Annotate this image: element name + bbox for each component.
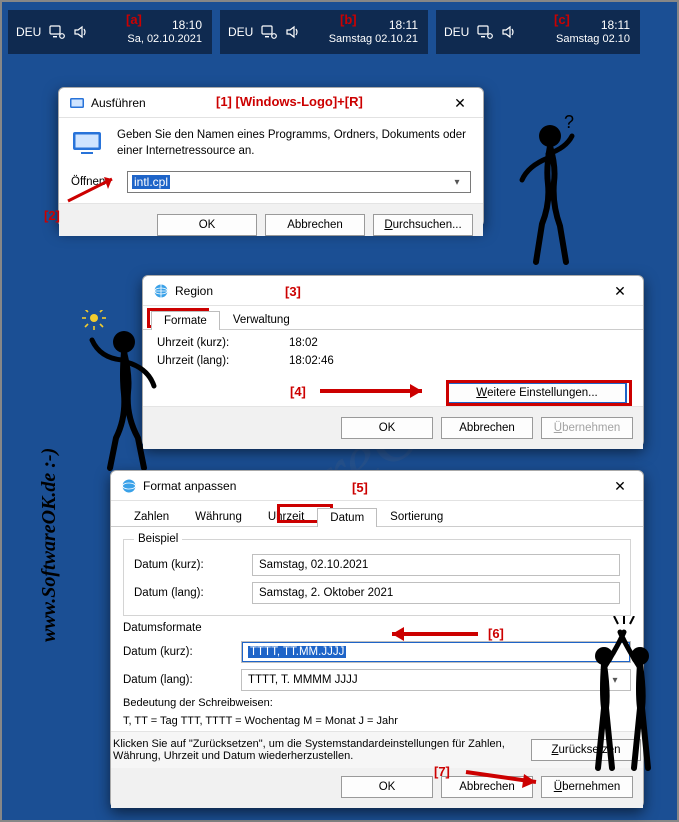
ok-button[interactable]: OK (341, 776, 433, 798)
highlight-more-settings (446, 380, 632, 406)
callout-arrow-7 (464, 764, 554, 788)
network-icon[interactable] (261, 25, 277, 39)
figure-thinker: ? (502, 114, 592, 274)
fieldset-beispiel: Beispiel Datum (kurz): Samstag, 02.10.20… (123, 533, 631, 616)
cancel-button[interactable]: Abbrechen (265, 214, 365, 236)
legend-beispiel: Beispiel (134, 533, 182, 545)
callout-1: [1] [Windows-Logo]+[R] (216, 94, 363, 109)
browse-button[interactable]: Durchsuchen... (373, 214, 473, 236)
callout-arrow-4 (318, 380, 440, 402)
region-title: Region (175, 284, 605, 298)
watermark-side: www.SoftwareOK.de :-) (38, 448, 61, 642)
combo-fmt-kurz[interactable]: TTTT, TT.MM.JJJJ ▾ (241, 641, 631, 663)
close-button[interactable]: ✕ (445, 96, 475, 110)
reset-text: Klicken Sie auf "Zurücksetzen", um die S… (113, 738, 521, 762)
tab-datum[interactable]: Datum (317, 508, 377, 527)
run-description: Geben Sie den Namen eines Programms, Ord… (117, 128, 471, 159)
callout-7: [7] (434, 764, 450, 779)
cancel-button[interactable]: Abbrechen (441, 417, 533, 439)
close-button[interactable]: ✕ (605, 284, 635, 298)
value-datum-lang: Samstag, 2. Oktober 2021 (252, 582, 620, 604)
svg-text:?: ? (564, 114, 574, 132)
callout-3: [3] (285, 284, 301, 299)
figure-idea (64, 310, 164, 480)
callout-c: [c] (554, 12, 570, 27)
callout-6: [6] (488, 626, 504, 641)
volume-icon[interactable] (73, 25, 89, 39)
callout-5: [5] (352, 480, 368, 495)
format-dialog: Format anpassen ✕ Zahlen Währung Uhrzeit… (110, 470, 644, 808)
callout-2: [2] (44, 208, 60, 223)
run-big-icon (71, 128, 105, 156)
callout-b: [b] (340, 12, 357, 27)
label-datum-lang: Datum (lang): (134, 587, 242, 599)
legend-datumsformate: Datumsformate (123, 622, 631, 634)
ok-button[interactable]: OK (341, 417, 433, 439)
network-icon[interactable] (49, 25, 65, 39)
tray-panel-b: DEU 18:11 Samstag 02.10.21 (220, 10, 428, 54)
volume-icon[interactable] (285, 25, 301, 39)
format-icon (121, 478, 137, 494)
ok-button[interactable]: OK (157, 214, 257, 236)
combo-fmt-lang[interactable]: TTTT, T. MMMM JJJJ ▾ (241, 669, 631, 691)
row-uhrzeit-kurz: Uhrzeit (kurz):18:02 (157, 334, 629, 352)
callout-arrow-6 (378, 624, 482, 644)
tab-waehrung[interactable]: Währung (182, 507, 255, 526)
open-input[interactable]: intl.cpl ▾ (127, 171, 471, 193)
tray-lang-c[interactable]: DEU (444, 25, 469, 39)
hint-label: Bedeutung der Schreibweisen: (123, 694, 631, 712)
callout-a: [a] (126, 12, 142, 27)
figure-highfive (574, 616, 674, 806)
tray-panel-a: DEU 18:10 Sa, 02.10.2021 (8, 10, 212, 54)
tab-sortierung[interactable]: Sortierung (377, 507, 456, 526)
network-icon[interactable] (477, 25, 493, 39)
callout-4: [4] (290, 384, 306, 399)
tab-verwaltung[interactable]: Verwaltung (220, 310, 303, 329)
value-datum-kurz: Samstag, 02.10.2021 (252, 554, 620, 576)
chevron-down-icon[interactable]: ▾ (448, 177, 466, 188)
tray-lang[interactable]: DEU (16, 25, 41, 39)
format-title: Format anpassen (143, 479, 605, 493)
tray-lang-b[interactable]: DEU (228, 25, 253, 39)
run-icon (69, 95, 85, 111)
tab-formate[interactable]: Formate (151, 311, 220, 330)
hint-body: T, TT = Tag TTT, TTTT = Wochentag M = Mo… (123, 712, 631, 730)
callout-arrow-2 (62, 175, 128, 205)
tab-zahlen[interactable]: Zahlen (121, 507, 182, 526)
row-uhrzeit-lang: Uhrzeit (lang):18:02:46 (157, 352, 629, 370)
label-fmt-lang: Datum (lang): (123, 674, 231, 686)
tray-panel-c: DEU 18:11 Samstag 02.10 (436, 10, 640, 54)
volume-icon[interactable] (501, 25, 517, 39)
region-dialog: Region ✕ Formate Verwaltung Uhrzeit (kur… (142, 275, 644, 447)
label-datum-kurz: Datum (kurz): (134, 559, 242, 571)
region-icon (153, 283, 169, 299)
close-button[interactable]: ✕ (605, 479, 635, 493)
apply-button[interactable]: Übernehmen (541, 417, 633, 439)
label-fmt-kurz: Datum (kurz): (123, 646, 231, 658)
